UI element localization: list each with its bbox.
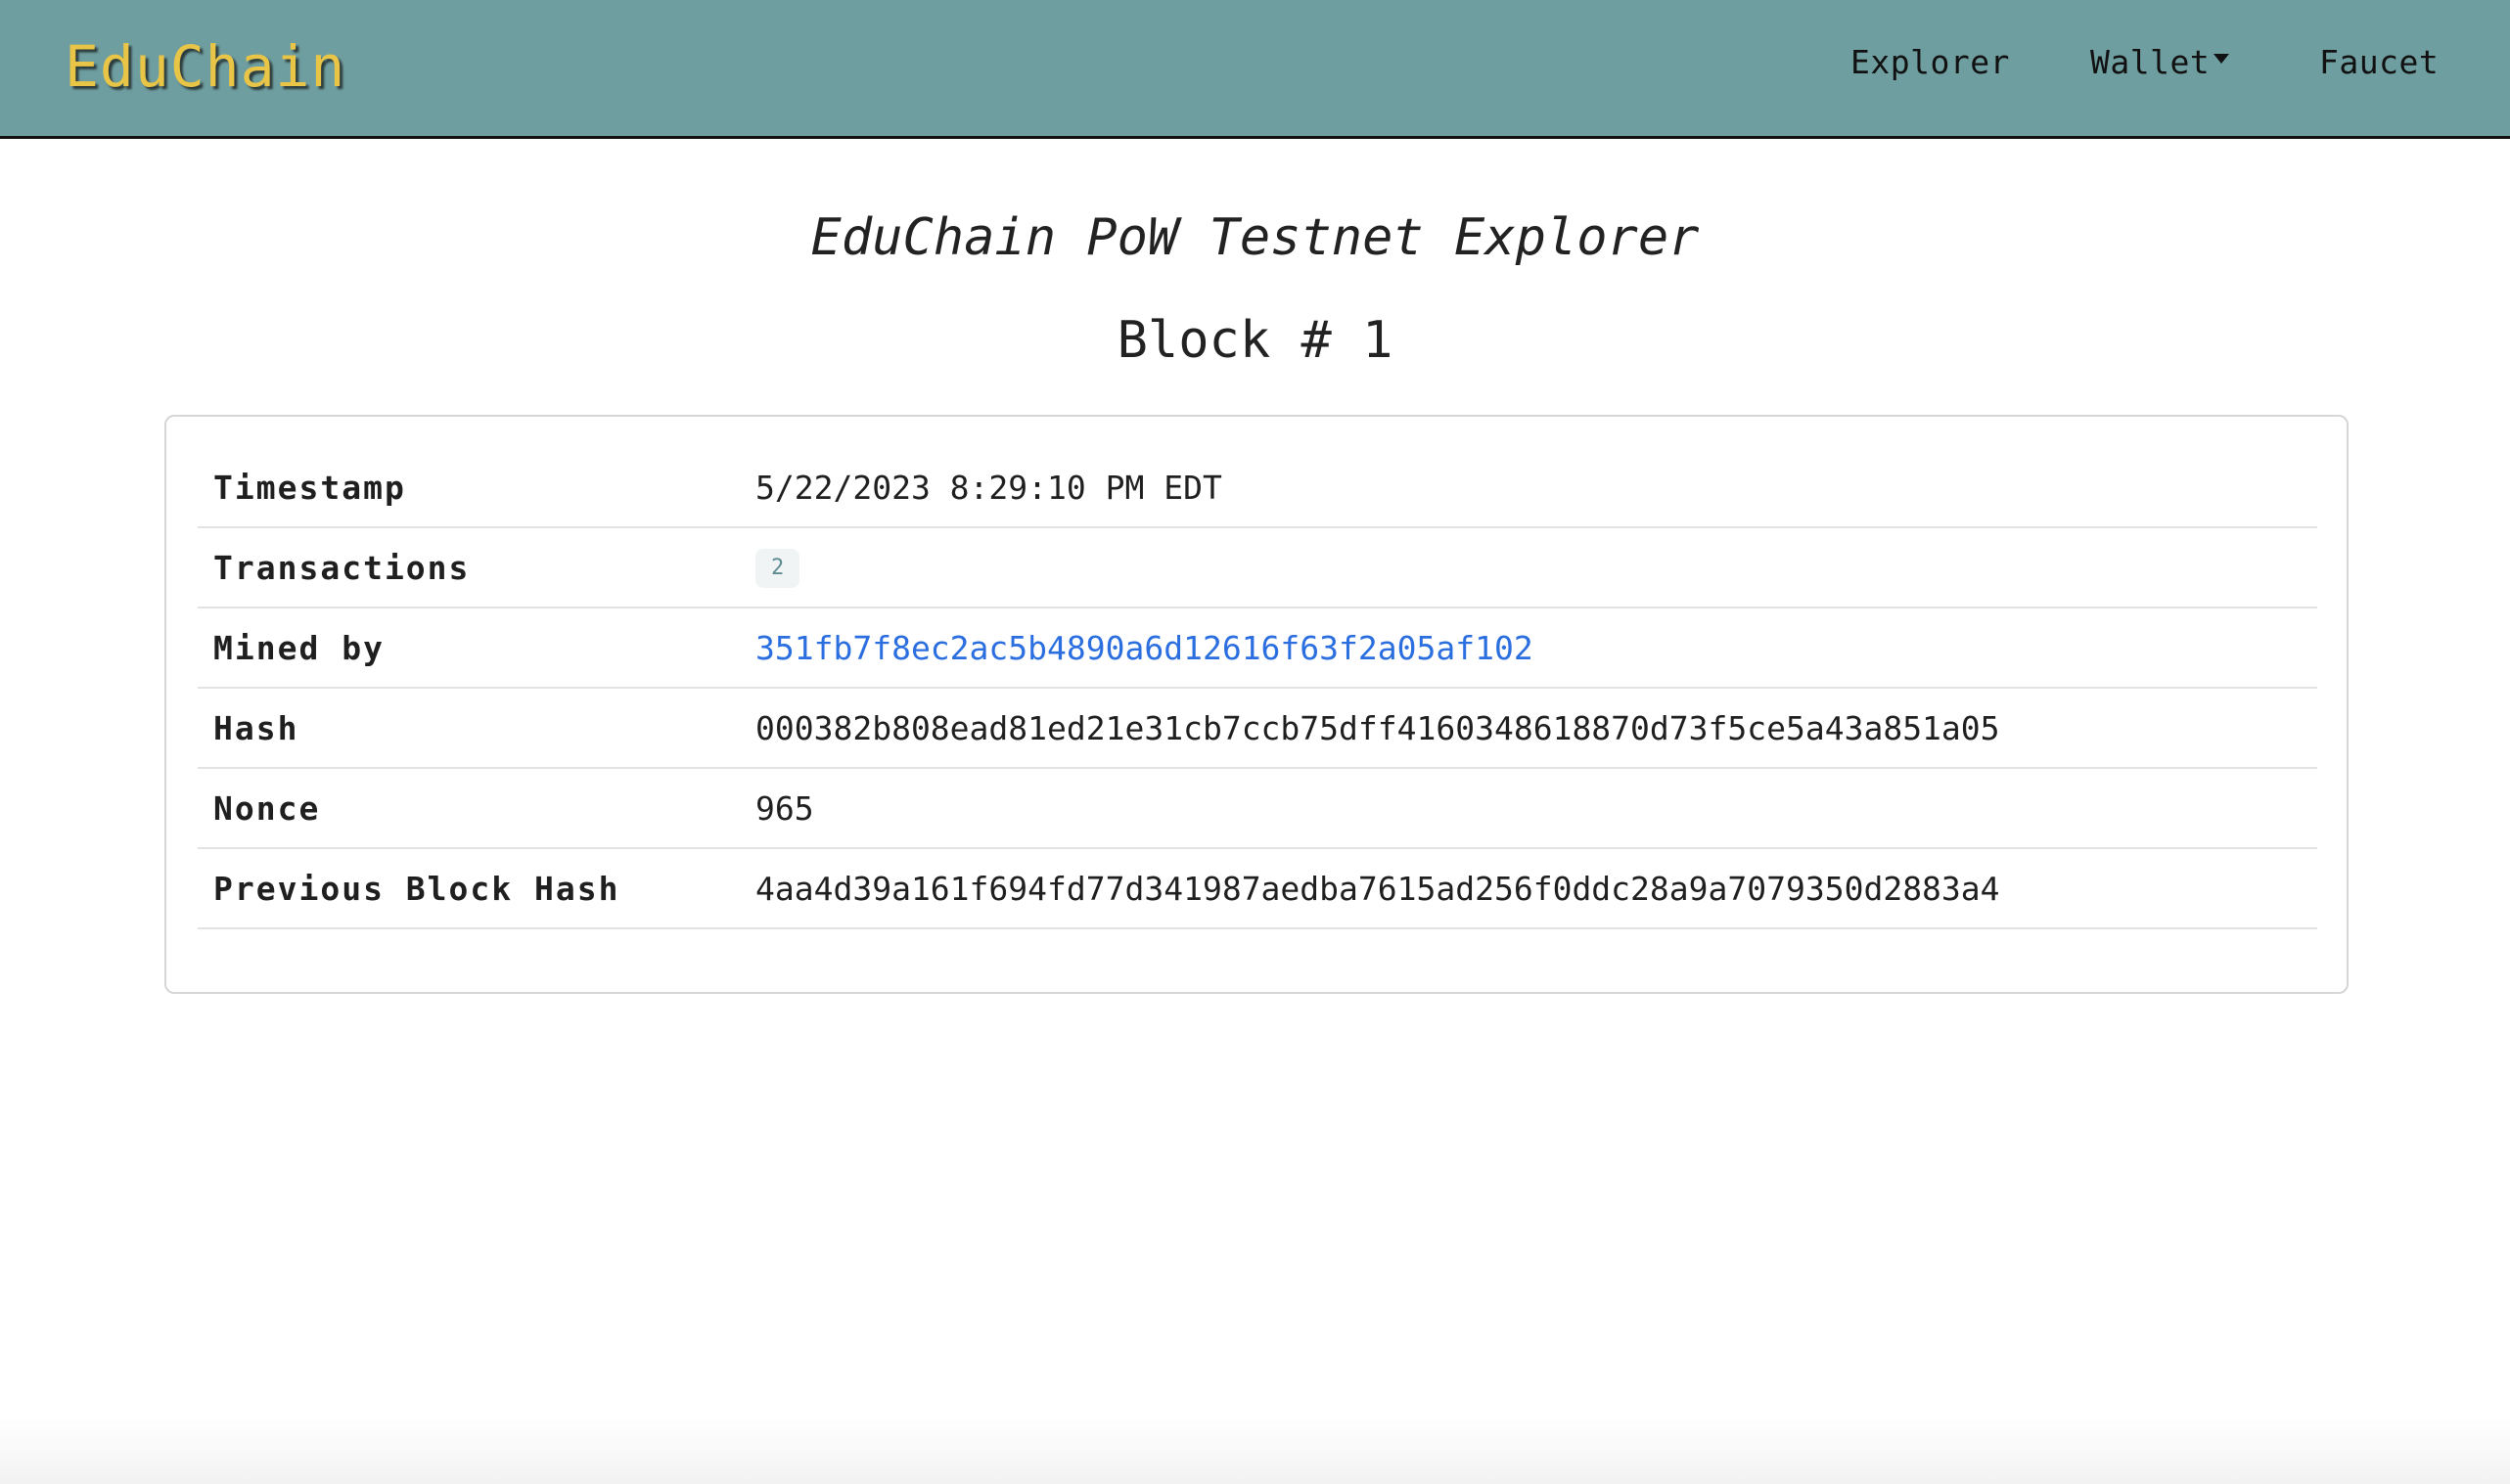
transactions-label: Transactions	[213, 549, 471, 587]
top-navbar: EduChain Explorer Wallet Faucet	[0, 0, 2510, 139]
row-transactions: Transactions 2	[198, 528, 2317, 608]
row-timestamp: Timestamp 5/22/2023 8:29:10 PM EDT	[198, 448, 2317, 528]
block-details-table: Timestamp 5/22/2023 8:29:10 PM EDT Trans…	[198, 448, 2317, 929]
miner-address-link[interactable]: 351fb7f8ec2ac5b4890a6d12616f63f2a05af102	[755, 608, 1533, 689]
hash-value: 000382b808ead81ed21e31cb7ccb75dff4160348…	[755, 709, 2000, 747]
nav-faucet-link[interactable]: Faucet	[2319, 41, 2439, 84]
previous-block-hash-value: 4aa4d39a161f694fd77d341987aedba7615ad256…	[755, 870, 2000, 908]
nav-explorer-link[interactable]: Explorer	[1850, 41, 2010, 84]
page-title: EduChain PoW Testnet Explorer	[810, 208, 1700, 267]
nav-wallet-dropdown[interactable]: Wallet	[2090, 41, 2230, 84]
block-details-card: Timestamp 5/22/2023 8:29:10 PM EDT Trans…	[164, 415, 2349, 994]
brand-logo[interactable]: EduChain	[65, 29, 345, 104]
hash-label: Hash	[213, 709, 299, 747]
bottom-shadow	[0, 1418, 2510, 1484]
row-hash: Hash 000382b808ead81ed21e31cb7ccb75dff41…	[198, 689, 2317, 769]
transactions-value: 2	[755, 528, 800, 608]
nonce-value: 965	[755, 789, 814, 828]
block-title: Block # 1	[1117, 311, 1393, 370]
previous-block-hash-label: Previous Block Hash	[213, 870, 620, 908]
chevron-down-icon	[2213, 53, 2230, 64]
row-nonce: Nonce 965	[198, 769, 2317, 849]
transactions-count-badge[interactable]: 2	[755, 548, 800, 588]
row-previous-block-hash: Previous Block Hash 4aa4d39a161f694fd77d…	[198, 849, 2317, 929]
row-mined-by: Mined by 351fb7f8ec2ac5b4890a6d12616f63f…	[198, 608, 2317, 689]
nonce-label: Nonce	[213, 789, 321, 828]
nav-wallet-label: Wallet	[2090, 43, 2211, 81]
timestamp-label: Timestamp	[213, 469, 406, 507]
mined-by-label: Mined by	[213, 629, 385, 667]
timestamp-value: 5/22/2023 8:29:10 PM EDT	[755, 469, 1222, 507]
